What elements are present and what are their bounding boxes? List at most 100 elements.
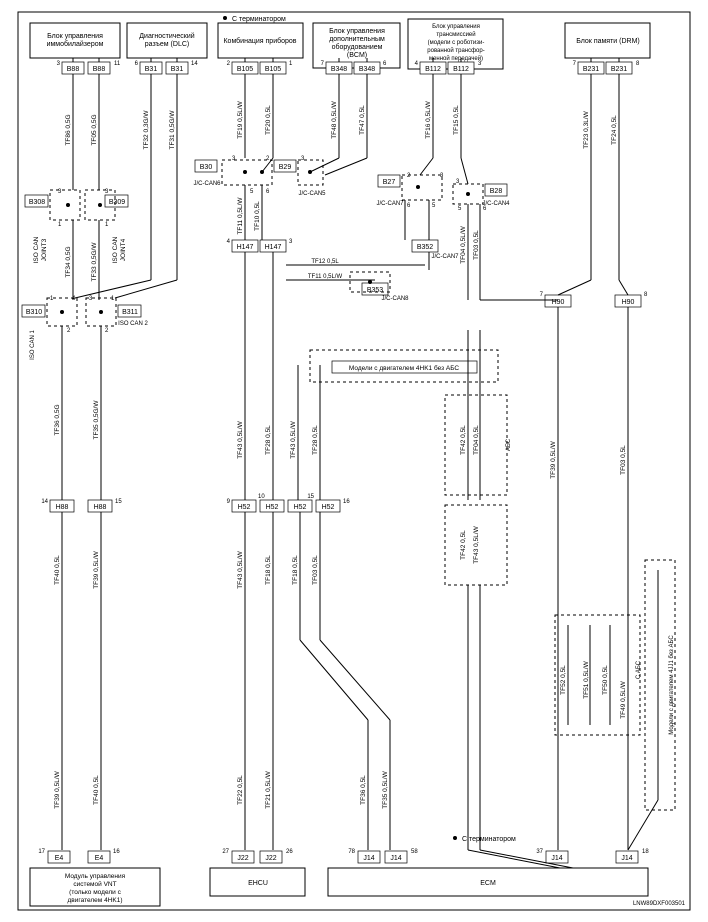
svg-text:TF42 0,5L: TF42 0,5L <box>460 530 467 560</box>
svg-text:B29: B29 <box>279 164 292 171</box>
svg-text:H52: H52 <box>238 504 251 511</box>
svg-text:H147: H147 <box>237 244 254 251</box>
svg-text:26: 26 <box>286 849 293 855</box>
svg-text:B308: B308 <box>29 199 45 206</box>
svg-text:15: 15 <box>307 494 314 500</box>
svg-text:B88: B88 <box>67 66 80 73</box>
svg-text:TF18 0,5L: TF18 0,5L <box>265 555 272 585</box>
svg-text:Блок управленияиммобилайзером: Блок управленияиммобилайзером <box>47 33 104 48</box>
svg-text:B348: B348 <box>359 66 375 73</box>
svg-text:TF15 0,5L: TF15 0,5L <box>453 105 460 135</box>
svg-text:B31: B31 <box>145 66 158 73</box>
svg-text:H147: H147 <box>265 244 282 251</box>
svg-text:TF11 0,5L/W: TF11 0,5L/W <box>237 197 244 235</box>
svg-text:TF33 0,5G/W: TF33 0,5G/W <box>91 242 98 282</box>
svg-text:TF03 0,5L: TF03 0,5L <box>620 445 627 475</box>
svg-text:B28: B28 <box>490 188 503 195</box>
svg-text:Блок управлениятрансмиссией(мо: Блок управлениятрансмиссией(модели с роб… <box>427 24 484 62</box>
svg-text:B231: B231 <box>583 66 599 73</box>
svg-text:J14: J14 <box>621 855 632 862</box>
svg-text:J14: J14 <box>390 855 401 862</box>
svg-text:J14: J14 <box>551 855 562 862</box>
svg-text:H52: H52 <box>294 504 307 511</box>
module-vnt: Модуль управлениясистемой VNT(только мод… <box>30 868 160 906</box>
svg-text:TF39 0,5L/W: TF39 0,5L/W <box>93 550 100 588</box>
svg-text:B311: B311 <box>122 309 138 316</box>
svg-text:TF28 0,5L: TF28 0,5L <box>312 425 319 455</box>
svg-text:TF04 0,5L: TF04 0,5L <box>473 425 480 455</box>
svg-text:J/C-CAN5: J/C-CAN5 <box>298 191 326 197</box>
module-ecm: ECM <box>328 868 648 896</box>
svg-text:11: 11 <box>114 61 121 67</box>
terminator-bottom-label: С терминатором <box>462 836 516 843</box>
svg-text:TF34 0,5G: TF34 0,5G <box>65 246 72 277</box>
svg-text:TF03 0,5L: TF03 0,5L <box>312 555 319 585</box>
svg-text:B112: B112 <box>425 66 441 73</box>
svg-text:TF50 0,5L: TF50 0,5L <box>602 665 609 695</box>
module-ehcu: EHCU <box>210 868 305 896</box>
svg-text:J22: J22 <box>237 855 248 862</box>
svg-text:TF43 0,5L/W: TF43 0,5L/W <box>290 420 297 458</box>
svg-text:TF22 0,5L: TF22 0,5L <box>237 775 244 805</box>
module-bcm: Блок управлениядополнительнымоборудовани… <box>313 23 400 68</box>
svg-text:B112: B112 <box>453 66 469 73</box>
svg-text:B352: B352 <box>417 244 433 251</box>
svg-text:TF24 0,5L: TF24 0,5L <box>611 115 618 145</box>
svg-text:14: 14 <box>191 61 198 67</box>
svg-text:B31: B31 <box>171 66 184 73</box>
svg-text:TF43 0,5L/W: TF43 0,5L/W <box>237 550 244 588</box>
svg-text:TF42 0,5L: TF42 0,5L <box>460 425 467 455</box>
svg-text:J/C-CAN7: J/C-CAN7 <box>431 254 459 260</box>
svg-text:B310: B310 <box>26 309 42 316</box>
svg-text:B353: B353 <box>367 287 383 294</box>
svg-text:TF51 0,5L/W: TF51 0,5L/W <box>583 660 590 698</box>
svg-text:B30: B30 <box>200 164 213 171</box>
svg-text:37: 37 <box>536 849 543 855</box>
svg-text:TF18 0,5L: TF18 0,5L <box>292 555 299 585</box>
svg-text:TF03 0,5L: TF03 0,5L <box>473 230 480 260</box>
svg-text:TF40 0,5L: TF40 0,5L <box>54 555 61 585</box>
svg-text:TF05 0,5G: TF05 0,5G <box>91 114 98 145</box>
svg-text:58: 58 <box>411 849 418 855</box>
wiring-diagram: LNW89DXF003501 Блок управленияиммобилайз… <box>0 0 708 922</box>
svg-text:H52: H52 <box>266 504 279 511</box>
svg-text:TF39 0,5L/W: TF39 0,5L/W <box>54 770 61 808</box>
svg-text:TF40 0,5L: TF40 0,5L <box>93 775 100 805</box>
svg-text:J/C-CAN8: J/C-CAN8 <box>381 296 409 302</box>
svg-text:17: 17 <box>38 849 45 855</box>
svg-text:B27: B27 <box>383 179 396 186</box>
svg-text:H52: H52 <box>322 504 335 511</box>
module-drm: Блок памяти (DRM) <box>565 23 650 58</box>
svg-text:TF20 0,5L: TF20 0,5L <box>265 105 272 135</box>
svg-text:Модели с двигателем 4JJ1 без А: Модели с двигателем 4JJ1 без АБС <box>669 635 675 735</box>
svg-text:Модуль управлениясистемой VNT(: Модуль управлениясистемой VNT(только мод… <box>65 873 126 904</box>
svg-text:J/C-CAN6: J/C-CAN6 <box>193 181 221 187</box>
svg-text:E4: E4 <box>95 855 104 862</box>
svg-text:TF47 0,5L: TF47 0,5L <box>359 105 366 135</box>
module-immo: Блок управленияиммобилайзером <box>30 23 120 58</box>
svg-text:TF19 0,5L/W: TF19 0,5L/W <box>237 100 244 138</box>
svg-text:TF36 0,5G: TF36 0,5G <box>54 404 61 435</box>
svg-text:B105: B105 <box>265 66 281 73</box>
svg-text:J/C-CAN7: J/C-CAN7 <box>376 201 404 207</box>
svg-text:TF28 0,5L: TF28 0,5L <box>265 425 272 455</box>
svg-text:TF04 0,5L/W: TF04 0,5L/W <box>460 225 467 263</box>
svg-text:H88: H88 <box>94 504 107 511</box>
svg-text:TF86 0,5G: TF86 0,5G <box>65 114 72 145</box>
svg-text:ECM: ECM <box>480 880 496 887</box>
svg-text:10: 10 <box>258 494 265 500</box>
svg-text:J14: J14 <box>363 855 374 862</box>
svg-text:TF43 0,5L/W: TF43 0,5L/W <box>237 420 244 458</box>
svg-text:J22: J22 <box>265 855 276 862</box>
svg-text:TF48 0,5L/W: TF48 0,5L/W <box>331 100 338 138</box>
svg-text:Комбинация приборов: Комбинация приборов <box>223 37 296 45</box>
svg-text:EHCU: EHCU <box>248 880 268 887</box>
terminator-top-label: С терминатором <box>232 16 286 23</box>
svg-text:TF35 0,5G/W: TF35 0,5G/W <box>93 400 100 440</box>
doc-id: LNW89DXF003501 <box>633 901 686 907</box>
svg-text:TF21 0,5L/W: TF21 0,5L/W <box>265 770 272 808</box>
svg-text:ISO CAN 1: ISO CAN 1 <box>30 330 36 360</box>
svg-text:TF36 0,5L: TF36 0,5L <box>360 775 367 805</box>
svg-text:Блок памяти (DRM): Блок памяти (DRM) <box>576 38 640 45</box>
svg-text:TF31 0,5G/W: TF31 0,5G/W <box>169 110 176 150</box>
